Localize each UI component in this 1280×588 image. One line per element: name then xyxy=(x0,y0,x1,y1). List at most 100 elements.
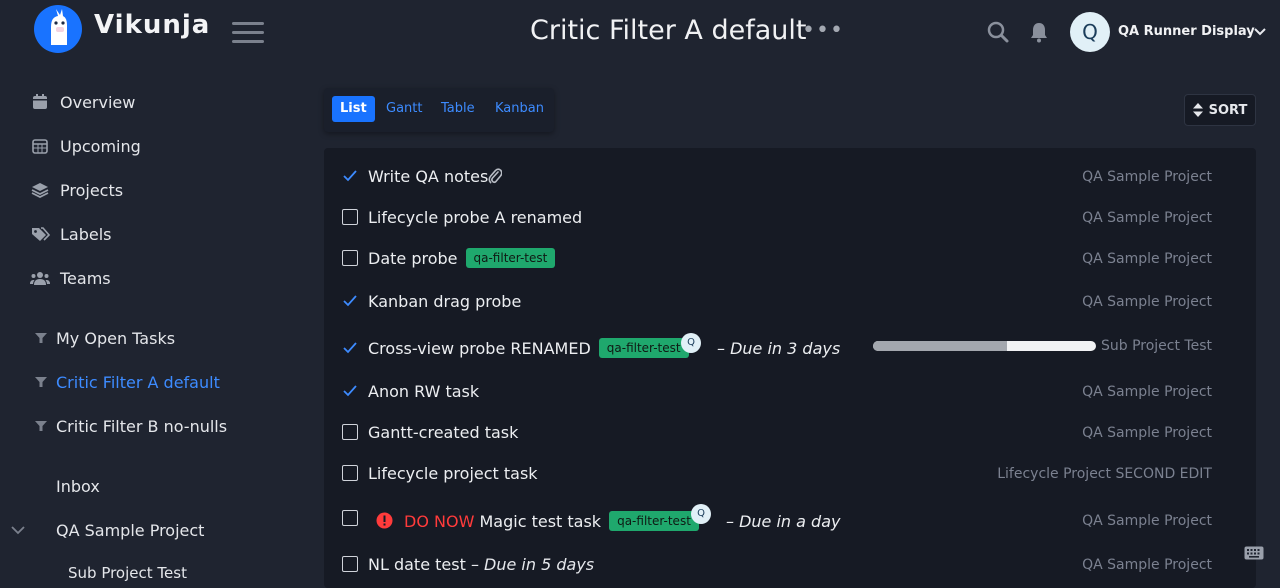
task-title[interactable]: Lifecycle probe A renamed xyxy=(368,208,582,227)
task-row[interactable]: Cross-view probe RENAMED qa-filter-test Q… xyxy=(324,328,1256,368)
task-row[interactable]: Anon RW task QA Sample Project xyxy=(324,371,1256,411)
tab-kanban[interactable]: Kanban xyxy=(487,96,552,122)
sidebar-item-label: Overview xyxy=(60,92,136,112)
task-row[interactable]: Write QA notes QA Sample Project xyxy=(324,156,1256,196)
task-project[interactable]: QA Sample Project xyxy=(1082,557,1212,573)
task-row[interactable]: Date probe qa-filter-test QA Sample Proje… xyxy=(324,238,1256,278)
filter-icon xyxy=(34,416,48,436)
task-project[interactable]: QA Sample Project xyxy=(1082,251,1212,267)
task-title-wrap: Cross-view probe RENAMED qa-filter-test xyxy=(368,338,689,358)
task-title[interactable]: Anon RW task xyxy=(368,382,479,401)
user-avatar[interactable]: Q xyxy=(1070,12,1110,52)
task-title-wrap: NL date test – Due in 5 days xyxy=(368,555,594,574)
calendar-icon xyxy=(30,92,50,112)
task-project[interactable]: QA Sample Project xyxy=(1082,169,1212,185)
check-icon[interactable] xyxy=(342,383,358,399)
tab-list[interactable]: List xyxy=(332,96,375,122)
sort-icon xyxy=(1192,103,1203,117)
task-row[interactable]: Kanban drag probe QA Sample Project xyxy=(324,281,1256,321)
sort-button[interactable]: SORT xyxy=(1184,94,1256,126)
menu-toggle-button[interactable] xyxy=(232,22,264,43)
sidebar-item-teams[interactable]: Teams xyxy=(30,263,111,293)
sidebar-item-label: Critic Filter A default xyxy=(56,372,220,392)
sidebar-item-labels[interactable]: Labels xyxy=(30,219,112,249)
task-checkbox[interactable] xyxy=(342,465,358,481)
calendar-grid-icon xyxy=(30,136,50,156)
view-switcher: List Gantt Table Kanban xyxy=(324,88,554,132)
sidebar-item-overview[interactable]: Overview xyxy=(30,87,135,117)
layers-icon xyxy=(30,180,50,200)
assignee-avatar: Q xyxy=(681,333,701,353)
task-row[interactable]: Lifecycle project task Lifecycle Project… xyxy=(324,453,1256,493)
chevron-down-icon[interactable] xyxy=(10,520,26,540)
task-title-wrap: Date probe qa-filter-test xyxy=(368,248,556,268)
sidebar-item-label: Teams xyxy=(60,268,111,288)
brand-name[interactable]: Vikunja xyxy=(94,10,210,40)
task-project[interactable]: Lifecycle Project SECOND EDIT xyxy=(997,466,1212,482)
task-title[interactable]: Magic test task xyxy=(479,512,601,531)
task-title[interactable]: Lifecycle project task xyxy=(368,464,538,483)
task-due-date: – Due in 5 days xyxy=(470,555,595,574)
task-checkbox[interactable] xyxy=(342,510,358,526)
paperclip-icon xyxy=(488,167,502,185)
sidebar-project-qa-sample[interactable]: QA Sample Project xyxy=(10,515,204,545)
task-checkbox[interactable] xyxy=(342,209,358,225)
task-project[interactable]: QA Sample Project xyxy=(1082,210,1212,226)
filter-icon xyxy=(34,372,48,392)
task-label[interactable]: qa-filter-test xyxy=(465,248,556,268)
sidebar-item-projects[interactable]: Projects xyxy=(30,175,123,205)
task-title[interactable]: Gantt-created task xyxy=(368,423,518,442)
task-row[interactable]: DO NOW Magic test task qa-filter-test Q –… xyxy=(324,500,1256,540)
task-checkbox[interactable] xyxy=(342,424,358,440)
check-icon[interactable] xyxy=(342,293,358,309)
task-label[interactable]: qa-filter-test xyxy=(598,338,689,358)
sidebar-item-label: Upcoming xyxy=(60,136,141,156)
sidebar-item-upcoming[interactable]: Upcoming xyxy=(30,131,141,161)
check-icon[interactable] xyxy=(342,168,358,184)
sidebar-project-sub-project-test[interactable]: Sub Project Test xyxy=(68,558,187,588)
task-project[interactable]: QA Sample Project xyxy=(1082,513,1212,529)
sidebar-filter-critic-b[interactable]: Critic Filter B no-nulls xyxy=(34,411,227,441)
task-project[interactable]: QA Sample Project xyxy=(1082,425,1212,441)
sidebar-item-label: Critic Filter B no-nulls xyxy=(56,416,228,436)
title-options-button[interactable]: ••• xyxy=(802,18,844,43)
task-title[interactable]: NL date test xyxy=(368,555,466,574)
task-label[interactable]: qa-filter-test xyxy=(609,511,699,531)
task-row[interactable]: Gantt-created task QA Sample Project xyxy=(324,412,1256,452)
assignee-avatar: Q xyxy=(691,504,711,524)
task-project[interactable]: QA Sample Project xyxy=(1082,384,1212,400)
task-row[interactable]: Lifecycle probe A renamed QA Sample Proj… xyxy=(324,197,1256,237)
tags-icon xyxy=(30,224,50,244)
bell-icon[interactable] xyxy=(1027,20,1051,44)
task-title[interactable]: Cross-view probe RENAMED xyxy=(368,339,591,358)
task-progress-bar xyxy=(873,341,1096,351)
task-project[interactable]: QA Sample Project xyxy=(1082,294,1212,310)
task-checkbox[interactable] xyxy=(342,250,358,266)
task-due-date: – Due in 3 days xyxy=(717,339,841,358)
task-title[interactable]: Kanban drag probe xyxy=(368,292,521,311)
user-menu-button[interactable]: QA Runner Display xyxy=(1118,24,1255,39)
sidebar-item-label: QA Sample Project xyxy=(56,520,205,540)
task-title[interactable]: Date probe xyxy=(368,249,458,268)
task-title-wrap: DO NOW Magic test task qa-filter-test xyxy=(404,511,699,531)
sidebar-item-label: Sub Project Test xyxy=(68,564,187,582)
chevron-down-icon[interactable] xyxy=(1252,26,1268,38)
sidebar-item-label: Labels xyxy=(60,224,112,244)
check-icon[interactable] xyxy=(342,340,358,356)
keyboard-icon[interactable] xyxy=(1244,546,1264,560)
sidebar-project-inbox[interactable]: Inbox xyxy=(56,471,100,501)
search-icon[interactable] xyxy=(986,20,1010,44)
users-icon xyxy=(30,268,50,288)
alert-icon xyxy=(376,512,393,529)
task-title[interactable]: Write QA notes xyxy=(368,167,488,186)
task-checkbox[interactable] xyxy=(342,556,358,572)
tab-gantt[interactable]: Gantt xyxy=(378,96,430,122)
task-list: Write QA notes QA Sample Project Lifecyc… xyxy=(324,148,1256,588)
vikunja-logo[interactable] xyxy=(34,5,82,53)
sidebar-filter-my-open-tasks[interactable]: My Open Tasks xyxy=(34,323,175,353)
top-bar: Vikunja Critic Filter A default ••• Q QA… xyxy=(0,0,1280,64)
task-row[interactable]: NL date test – Due in 5 days QA Sample P… xyxy=(324,545,1256,585)
sidebar-filter-critic-a[interactable]: Critic Filter A default xyxy=(34,367,220,397)
task-project[interactable]: Sub Project Test xyxy=(1101,338,1212,354)
tab-table[interactable]: Table xyxy=(433,96,483,122)
